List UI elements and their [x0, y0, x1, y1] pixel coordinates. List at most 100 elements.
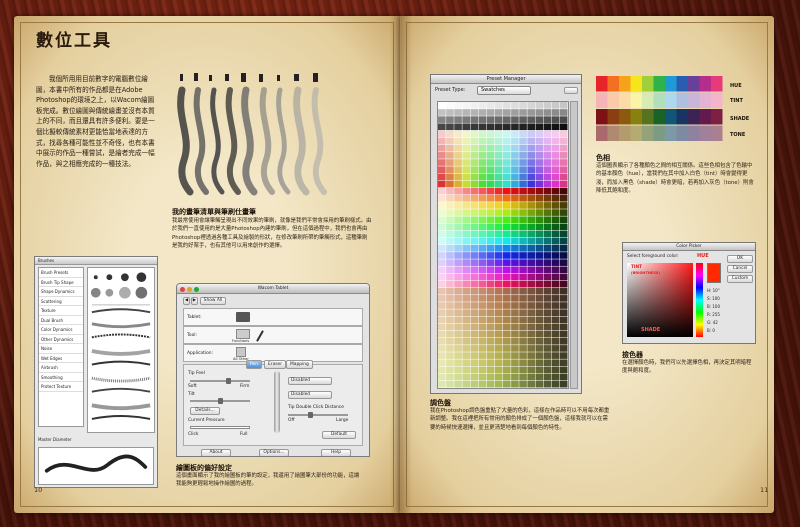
swatch-cell[interactable] — [543, 180, 552, 188]
swatch-cell[interactable] — [454, 152, 462, 159]
swatch-cell[interactable] — [535, 366, 544, 374]
swatch-cell[interactable] — [519, 223, 527, 231]
swatch-cell[interactable] — [503, 266, 511, 274]
swatch-cell[interactable] — [551, 302, 560, 309]
swatch-cell[interactable] — [543, 287, 552, 295]
swatch-cell[interactable] — [543, 295, 552, 302]
swatch-cell[interactable] — [478, 309, 487, 317]
swatch-cell[interactable] — [438, 130, 446, 138]
swatch-cell[interactable] — [494, 330, 503, 338]
swatch-cell[interactable] — [503, 123, 511, 131]
swatch-cell[interactable] — [470, 245, 479, 252]
swatch-cell[interactable] — [446, 245, 454, 252]
swatch-cell[interactable] — [527, 366, 536, 374]
swatch-cell[interactable] — [519, 202, 527, 209]
swatch-cell[interactable] — [527, 137, 536, 145]
swatch-cell[interactable] — [446, 109, 454, 116]
swatch-cell[interactable] — [438, 173, 446, 181]
swatch-cell[interactable] — [511, 287, 519, 295]
swatch-cell[interactable] — [511, 330, 519, 338]
swatch-cell[interactable] — [519, 359, 527, 367]
swatch-cell[interactable] — [454, 102, 462, 109]
swatch-cell[interactable] — [454, 237, 462, 245]
swatch-cell[interactable] — [527, 266, 536, 274]
swatch-cell[interactable] — [511, 245, 519, 252]
swatch-cell[interactable] — [559, 137, 568, 145]
swatch-cell[interactable] — [535, 173, 544, 181]
swatch-cell[interactable] — [486, 173, 495, 181]
swatch-cell[interactable] — [486, 109, 495, 116]
b-value[interactable]: 100 — [712, 304, 720, 309]
preset-type-select[interactable]: Swatches — [477, 86, 531, 95]
swatch-cell[interactable] — [503, 316, 511, 324]
swatch-cell[interactable] — [486, 380, 495, 388]
swatch-cell[interactable] — [511, 144, 519, 152]
swatch-cell[interactable] — [559, 166, 568, 174]
swatch-cell[interactable] — [462, 330, 471, 338]
swatch-cell[interactable] — [462, 245, 471, 252]
swatch-cell[interactable] — [470, 123, 479, 131]
swatch-cell[interactable] — [543, 316, 552, 324]
swatch-cell[interactable] — [527, 330, 536, 338]
swatch-cell[interactable] — [446, 266, 454, 274]
swatch-cell[interactable] — [478, 273, 487, 281]
swatch-cell[interactable] — [543, 280, 552, 288]
swatch-cell[interactable] — [462, 359, 471, 367]
swatch-cell[interactable] — [454, 259, 462, 266]
swatch-cell[interactable] — [470, 280, 479, 288]
show-all-button[interactable]: Show All — [200, 297, 226, 305]
swatch-cell[interactable] — [446, 337, 454, 345]
swatch-cell[interactable] — [519, 180, 527, 188]
list-item[interactable]: Dual Brush — [39, 316, 83, 325]
swatch-cell[interactable] — [519, 252, 527, 259]
swatch-cell[interactable] — [462, 337, 471, 345]
swatch-cell[interactable] — [527, 102, 536, 109]
swatch-cell[interactable] — [470, 259, 479, 266]
swatch-cell[interactable] — [438, 102, 446, 109]
swatch-cell[interactable] — [511, 280, 519, 288]
swatch-cell[interactable] — [462, 102, 471, 109]
swatch-cell[interactable] — [446, 359, 454, 367]
swatch-cell[interactable] — [486, 302, 495, 309]
swatch-cell[interactable] — [551, 144, 560, 152]
swatch-cell[interactable] — [462, 152, 471, 159]
swatch-cell[interactable] — [454, 287, 462, 295]
swatch-cell[interactable] — [438, 187, 446, 195]
swatch-cell[interactable] — [446, 380, 454, 388]
h-value[interactable]: 10° — [713, 288, 720, 293]
cancel-button[interactable]: Cancel — [727, 265, 753, 273]
swatch-cell[interactable] — [551, 366, 560, 374]
swatch-cell[interactable] — [503, 259, 511, 266]
swatch-cell[interactable] — [511, 309, 519, 317]
swatch-cell[interactable] — [535, 280, 544, 288]
swatch-cell[interactable] — [551, 202, 560, 209]
swatch-cell[interactable] — [462, 309, 471, 317]
swatch-cell[interactable] — [478, 330, 487, 338]
swatch-cell[interactable] — [543, 359, 552, 367]
swatch-cell[interactable] — [535, 345, 544, 352]
swatch-cell[interactable] — [551, 259, 560, 266]
swatch-cell[interactable] — [438, 352, 446, 359]
swatch-cell[interactable] — [486, 159, 495, 166]
swatch-cell[interactable] — [446, 187, 454, 195]
swatch-cell[interactable] — [503, 366, 511, 374]
swatch-cell[interactable] — [511, 173, 519, 181]
swatch-cell[interactable] — [559, 159, 568, 166]
swatch-cell[interactable] — [511, 366, 519, 374]
swatch-cell[interactable] — [438, 266, 446, 274]
swatch-cell[interactable] — [454, 223, 462, 231]
swatch-cell[interactable] — [478, 302, 487, 309]
swatch-cell[interactable] — [486, 366, 495, 374]
swatch-cell[interactable] — [535, 252, 544, 259]
swatch-cell[interactable] — [511, 345, 519, 352]
minimize-icon[interactable] — [187, 286, 192, 292]
swatch-cell[interactable] — [527, 144, 536, 152]
custom-button[interactable]: Custom — [727, 275, 753, 283]
swatch-cell[interactable] — [527, 223, 536, 231]
swatch-cell[interactable] — [478, 287, 487, 295]
swatch-cell[interactable] — [511, 259, 519, 266]
swatch-cell[interactable] — [535, 352, 544, 359]
swatch-cell[interactable] — [551, 252, 560, 259]
swatch-cell[interactable] — [446, 123, 454, 131]
swatch-cell[interactable] — [462, 130, 471, 138]
